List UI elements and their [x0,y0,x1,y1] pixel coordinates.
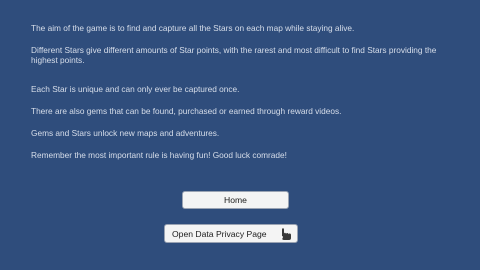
instruction-paragraph-gems: There are also gems that can be found, p… [31,106,342,116]
instruction-paragraph-unlocks: Gems and Stars unlock new maps and adven… [31,128,220,138]
home-button-label: Home [224,195,247,205]
home-button[interactable]: Home [182,191,289,209]
instruction-paragraph-unique-stars: Each Star is unique and can only ever be… [31,84,240,94]
instruction-paragraph-star-points: Different Stars give different amounts o… [31,45,437,65]
privacy-button-label: Open Data Privacy Page [172,228,267,239]
instruction-paragraph-aim: The aim of the game is to find and captu… [31,23,355,33]
instruction-paragraph-have-fun: Remember the most important rule is havi… [31,150,287,160]
pointing-hand-icon [281,228,291,240]
open-data-privacy-page-button[interactable]: Open Data Privacy Page [164,224,298,243]
instructions-screen: The aim of the game is to find and captu… [0,0,480,270]
